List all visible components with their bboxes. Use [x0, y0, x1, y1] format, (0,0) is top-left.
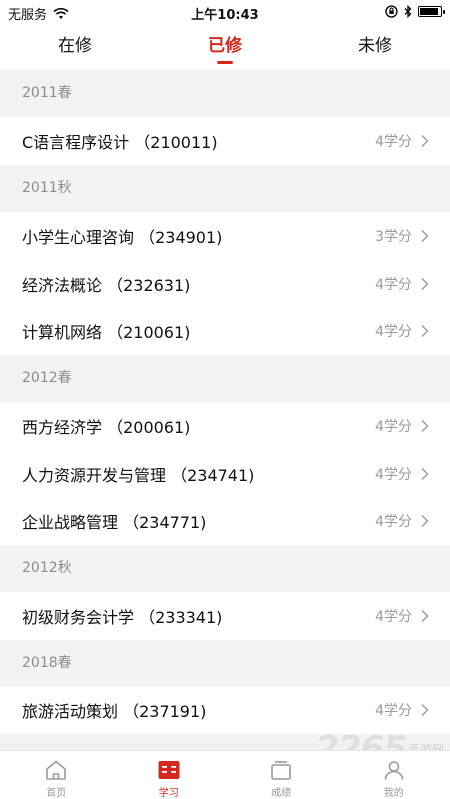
- chevron-right-icon: [421, 467, 429, 480]
- chevron-right-icon: [421, 515, 429, 528]
- battery-icon: [418, 6, 445, 17]
- course-name: C语言程序设计 （210011): [22, 132, 218, 152]
- course-name: 西方经济学 （200061): [22, 417, 191, 437]
- course-name: 计算机网络 （210061): [22, 323, 191, 343]
- course-name: 企业战略管理 （234771): [22, 513, 207, 533]
- course-credits: 3学分: [375, 228, 412, 245]
- tab-bar: 在修 已修 未修: [0, 24, 450, 70]
- tab-label: 未修: [358, 36, 392, 56]
- course-credits: 4学分: [375, 418, 412, 435]
- tab-not-started[interactable]: 未修: [300, 24, 450, 70]
- course-credits: 4学分: [375, 133, 412, 150]
- home-icon: [46, 760, 67, 780]
- chevron-right-icon: [421, 609, 429, 622]
- course-row[interactable]: 经济法概论 （232631) 4学分: [0, 259, 450, 308]
- battery-level: [420, 8, 438, 15]
- nav-home[interactable]: 首页: [0, 751, 113, 799]
- orientation-lock-icon: [385, 5, 398, 18]
- active-tab-indicator: [217, 61, 233, 64]
- chevron-right-icon: [421, 229, 429, 242]
- semester-header: 2011春: [0, 70, 450, 117]
- course-row[interactable]: 初级财务会计学 （233341) 4学分: [0, 591, 450, 640]
- course-credits: 4学分: [375, 703, 412, 720]
- semester-header: 2011秋: [0, 164, 450, 212]
- course-row[interactable]: 人力资源开发与管理 （234741) 4学分: [0, 449, 450, 498]
- semester-header: 2012秋: [0, 544, 450, 592]
- chevron-right-icon: [421, 325, 429, 338]
- tab-in-progress[interactable]: 在修: [0, 24, 150, 70]
- course-credits: 4学分: [375, 324, 412, 341]
- chevron-right-icon: [421, 134, 429, 147]
- course-name: 人力资源开发与管理 （234741): [22, 465, 255, 485]
- course-row[interactable]: 企业战略管理 （234771) 4学分: [0, 497, 450, 545]
- semester-header: 2012春: [0, 354, 450, 402]
- tab-label: 在修: [58, 36, 92, 56]
- nav-label: 我的: [383, 788, 404, 799]
- nav-label: 成绩: [271, 788, 292, 799]
- course-row[interactable]: 旅游活动策划 （237191) 4学分: [0, 686, 450, 735]
- study-icon: [158, 761, 180, 779]
- nav-label: 学习: [158, 788, 179, 799]
- course-credits: 4学分: [375, 276, 412, 293]
- course-credits: 4学分: [375, 466, 412, 483]
- bottom-nav: 首页 学习 成绩 我的: [0, 750, 450, 799]
- course-list[interactable]: 2011春 C语言程序设计 （210011) 4学分 2011秋 小学生心理咨询…: [0, 70, 450, 750]
- nav-profile[interactable]: 我的: [338, 751, 450, 799]
- course-name: 小学生心理咨询 （234901): [22, 227, 223, 247]
- nav-study[interactable]: 学习: [113, 751, 226, 799]
- course-row[interactable]: 计算机网络 （210061) 4学分: [0, 307, 450, 355]
- grades-icon: [271, 761, 292, 780]
- course-credits: 4学分: [375, 608, 412, 625]
- chevron-right-icon: [421, 277, 429, 290]
- tab-completed[interactable]: 已修: [150, 24, 300, 70]
- nav-label: 首页: [46, 788, 67, 799]
- course-name: 旅游活动策划 （237191): [22, 702, 207, 722]
- semester-header: 2018春: [0, 639, 450, 687]
- course-row[interactable]: 西方经济学 （200061) 4学分: [0, 401, 450, 450]
- profile-icon: [384, 761, 404, 780]
- status-bar: 无服务 上午10:43: [0, 0, 450, 24]
- bluetooth-icon: [404, 5, 412, 18]
- tab-label: 已修: [208, 36, 242, 56]
- course-credits: 4学分: [375, 514, 412, 531]
- course-row[interactable]: C语言程序设计 （210011) 4学分: [0, 117, 450, 165]
- chevron-right-icon: [421, 419, 429, 432]
- status-right: [385, 5, 445, 18]
- status-time: 上午10:43: [191, 8, 259, 23]
- course-row[interactable]: 小学生心理咨询 （234901) 3学分: [0, 211, 450, 260]
- chevron-right-icon: [421, 704, 429, 717]
- course-name: 经济法概论 （232631): [22, 275, 191, 295]
- course-name: 初级财务会计学 （233341): [22, 607, 223, 627]
- nav-grades[interactable]: 成绩: [225, 751, 338, 799]
